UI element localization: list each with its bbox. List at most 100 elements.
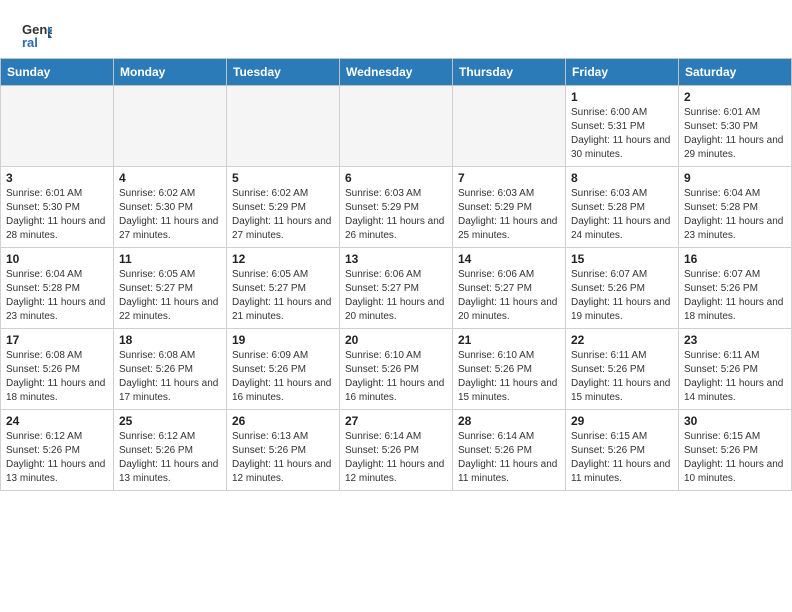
- logo-icon: Gene ral: [20, 18, 52, 50]
- day-cell: 8Sunrise: 6:03 AMSunset: 5:28 PMDaylight…: [566, 167, 679, 248]
- day-info: Sunrise: 6:07 AMSunset: 5:26 PMDaylight:…: [571, 268, 673, 324]
- day-info: Sunrise: 6:14 AMSunset: 5:26 PMDaylight:…: [458, 430, 560, 486]
- day-info: Sunrise: 6:04 AMSunset: 5:28 PMDaylight:…: [6, 268, 108, 324]
- day-cell: 12Sunrise: 6:05 AMSunset: 5:27 PMDayligh…: [227, 248, 340, 329]
- day-number: 18: [119, 333, 221, 347]
- day-cell: 14 Sunrise: 6:06 AMSunset: 5:27 PMDayligh…: [453, 248, 566, 329]
- day-cell: [114, 86, 227, 167]
- week-row-5: 24 Sunrise: 6:12 AMSunset: 5:26 PMDayligh…: [1, 410, 792, 491]
- day-number: 15: [571, 252, 673, 266]
- day-cell: 4Sunrise: 6:02 AMSunset: 5:30 PMDaylight…: [114, 167, 227, 248]
- day-info: Sunrise: 6:01 AMSunset: 5:30 PMDaylight:…: [6, 187, 108, 243]
- day-cell: 1 Sunrise: 6:00 AMSunset: 5:31 PMDaylight…: [566, 86, 679, 167]
- day-cell: 5 Sunrise: 6:02 AMSunset: 5:29 PMDaylight…: [227, 167, 340, 248]
- weekday-header-monday: Monday: [114, 59, 227, 86]
- week-row-1: 1 Sunrise: 6:00 AMSunset: 5:31 PMDaylight…: [1, 86, 792, 167]
- weekday-header-sunday: Sunday: [1, 59, 114, 86]
- day-info: Sunrise: 6:08 AMSunset: 5:26 PMDaylight:…: [119, 349, 221, 405]
- day-cell: 16 Sunrise: 6:07 AMSunset: 5:26 PMDayligh…: [679, 248, 792, 329]
- logo: Gene ral: [20, 18, 58, 50]
- day-number: 29: [571, 414, 673, 428]
- day-number: 9: [684, 171, 786, 185]
- day-number: 5: [232, 171, 334, 185]
- day-number: 16: [684, 252, 786, 266]
- day-info: Sunrise: 6:15 AMSunset: 5:26 PMDaylight:…: [684, 430, 786, 486]
- day-number: 28: [458, 414, 560, 428]
- day-number: 25: [119, 414, 221, 428]
- day-info: Sunrise: 6:03 AMSunset: 5:28 PMDaylight:…: [571, 187, 673, 243]
- weekday-header-tuesday: Tuesday: [227, 59, 340, 86]
- day-cell: 9 Sunrise: 6:04 AMSunset: 5:28 PMDaylight…: [679, 167, 792, 248]
- day-info: Sunrise: 6:03 AMSunset: 5:29 PMDaylight:…: [458, 187, 560, 243]
- day-info: Sunrise: 6:08 AMSunset: 5:26 PMDaylight:…: [6, 349, 108, 405]
- day-info: Sunrise: 6:07 AMSunset: 5:26 PMDaylight:…: [684, 268, 786, 324]
- day-cell: 17 Sunrise: 6:08 AMSunset: 5:26 PMDayligh…: [1, 329, 114, 410]
- day-cell: 2 Sunrise: 6:01 AMSunset: 5:30 PMDaylight…: [679, 86, 792, 167]
- day-number: 23: [684, 333, 786, 347]
- week-row-4: 17 Sunrise: 6:08 AMSunset: 5:26 PMDayligh…: [1, 329, 792, 410]
- day-info: Sunrise: 6:12 AMSunset: 5:26 PMDaylight:…: [119, 430, 221, 486]
- day-cell: 10 Sunrise: 6:04 AMSunset: 5:28 PMDayligh…: [1, 248, 114, 329]
- day-cell: 11 Sunrise: 6:05 AMSunset: 5:27 PMDayligh…: [114, 248, 227, 329]
- day-cell: 3 Sunrise: 6:01 AMSunset: 5:30 PMDaylight…: [1, 167, 114, 248]
- day-info: Sunrise: 6:00 AMSunset: 5:31 PMDaylight:…: [571, 106, 673, 162]
- day-cell: 18 Sunrise: 6:08 AMSunset: 5:26 PMDayligh…: [114, 329, 227, 410]
- day-cell: 27Sunrise: 6:14 AMSunset: 5:26 PMDayligh…: [340, 410, 453, 491]
- weekday-header-saturday: Saturday: [679, 59, 792, 86]
- day-info: Sunrise: 6:02 AMSunset: 5:29 PMDaylight:…: [232, 187, 334, 243]
- weekday-header-thursday: Thursday: [453, 59, 566, 86]
- day-info: Sunrise: 6:09 AMSunset: 5:26 PMDaylight:…: [232, 349, 334, 405]
- day-cell: 25 Sunrise: 6:12 AMSunset: 5:26 PMDayligh…: [114, 410, 227, 491]
- day-info: Sunrise: 6:13 AMSunset: 5:26 PMDaylight:…: [232, 430, 334, 486]
- day-number: 6: [345, 171, 447, 185]
- day-number: 24: [6, 414, 108, 428]
- day-cell: 28 Sunrise: 6:14 AMSunset: 5:26 PMDayligh…: [453, 410, 566, 491]
- day-number: 20: [345, 333, 447, 347]
- calendar-table: SundayMondayTuesdayWednesdayThursdayFrid…: [0, 58, 792, 491]
- day-number: 1: [571, 90, 673, 104]
- svg-text:ral: ral: [22, 35, 38, 50]
- day-cell: 29 Sunrise: 6:15 AMSunset: 5:26 PMDayligh…: [566, 410, 679, 491]
- day-cell: 22 Sunrise: 6:11 AMSunset: 5:26 PMDayligh…: [566, 329, 679, 410]
- day-info: Sunrise: 6:01 AMSunset: 5:30 PMDaylight:…: [684, 106, 786, 162]
- day-cell: 15 Sunrise: 6:07 AMSunset: 5:26 PMDayligh…: [566, 248, 679, 329]
- day-cell: 24Sunrise: 6:12 AMSunset: 5:26 PMDayligh…: [1, 410, 114, 491]
- day-info: Sunrise: 6:03 AMSunset: 5:29 PMDaylight:…: [345, 187, 447, 243]
- day-number: 10: [6, 252, 108, 266]
- day-cell: [1, 86, 114, 167]
- day-cell: 23 Sunrise: 6:11 AMSunset: 5:26 PMDayligh…: [679, 329, 792, 410]
- day-number: 3: [6, 171, 108, 185]
- day-cell: [340, 86, 453, 167]
- day-cell: 7Sunrise: 6:03 AMSunset: 5:29 PMDaylight…: [453, 167, 566, 248]
- day-cell: 6 Sunrise: 6:03 AMSunset: 5:29 PMDaylight…: [340, 167, 453, 248]
- day-cell: [453, 86, 566, 167]
- day-number: 19: [232, 333, 334, 347]
- day-info: Sunrise: 6:10 AMSunset: 5:26 PMDaylight:…: [345, 349, 447, 405]
- weekday-header-friday: Friday: [566, 59, 679, 86]
- day-number: 4: [119, 171, 221, 185]
- weekday-header-row: SundayMondayTuesdayWednesdayThursdayFrid…: [1, 59, 792, 86]
- day-number: 14: [458, 252, 560, 266]
- day-info: Sunrise: 6:05 AMSunset: 5:27 PMDaylight:…: [119, 268, 221, 324]
- day-number: 17: [6, 333, 108, 347]
- day-number: 2: [684, 90, 786, 104]
- day-number: 30: [684, 414, 786, 428]
- day-cell: 13Sunrise: 6:06 AMSunset: 5:27 PMDayligh…: [340, 248, 453, 329]
- day-number: 22: [571, 333, 673, 347]
- day-info: Sunrise: 6:15 AMSunset: 5:26 PMDaylight:…: [571, 430, 673, 486]
- day-info: Sunrise: 6:14 AMSunset: 5:26 PMDaylight:…: [345, 430, 447, 486]
- day-info: Sunrise: 6:11 AMSunset: 5:26 PMDaylight:…: [684, 349, 786, 405]
- day-cell: 20 Sunrise: 6:10 AMSunset: 5:26 PMDayligh…: [340, 329, 453, 410]
- day-number: 26: [232, 414, 334, 428]
- day-cell: 30 Sunrise: 6:15 AMSunset: 5:26 PMDayligh…: [679, 410, 792, 491]
- day-cell: 26 Sunrise: 6:13 AMSunset: 5:26 PMDayligh…: [227, 410, 340, 491]
- day-cell: 21Sunrise: 6:10 AMSunset: 5:26 PMDayligh…: [453, 329, 566, 410]
- day-info: Sunrise: 6:11 AMSunset: 5:26 PMDaylight:…: [571, 349, 673, 405]
- day-info: Sunrise: 6:04 AMSunset: 5:28 PMDaylight:…: [684, 187, 786, 243]
- weekday-header-wednesday: Wednesday: [340, 59, 453, 86]
- day-info: Sunrise: 6:06 AMSunset: 5:27 PMDaylight:…: [458, 268, 560, 324]
- day-cell: [227, 86, 340, 167]
- day-info: Sunrise: 6:10 AMSunset: 5:26 PMDaylight:…: [458, 349, 560, 405]
- day-cell: 19 Sunrise: 6:09 AMSunset: 5:26 PMDayligh…: [227, 329, 340, 410]
- day-number: 11: [119, 252, 221, 266]
